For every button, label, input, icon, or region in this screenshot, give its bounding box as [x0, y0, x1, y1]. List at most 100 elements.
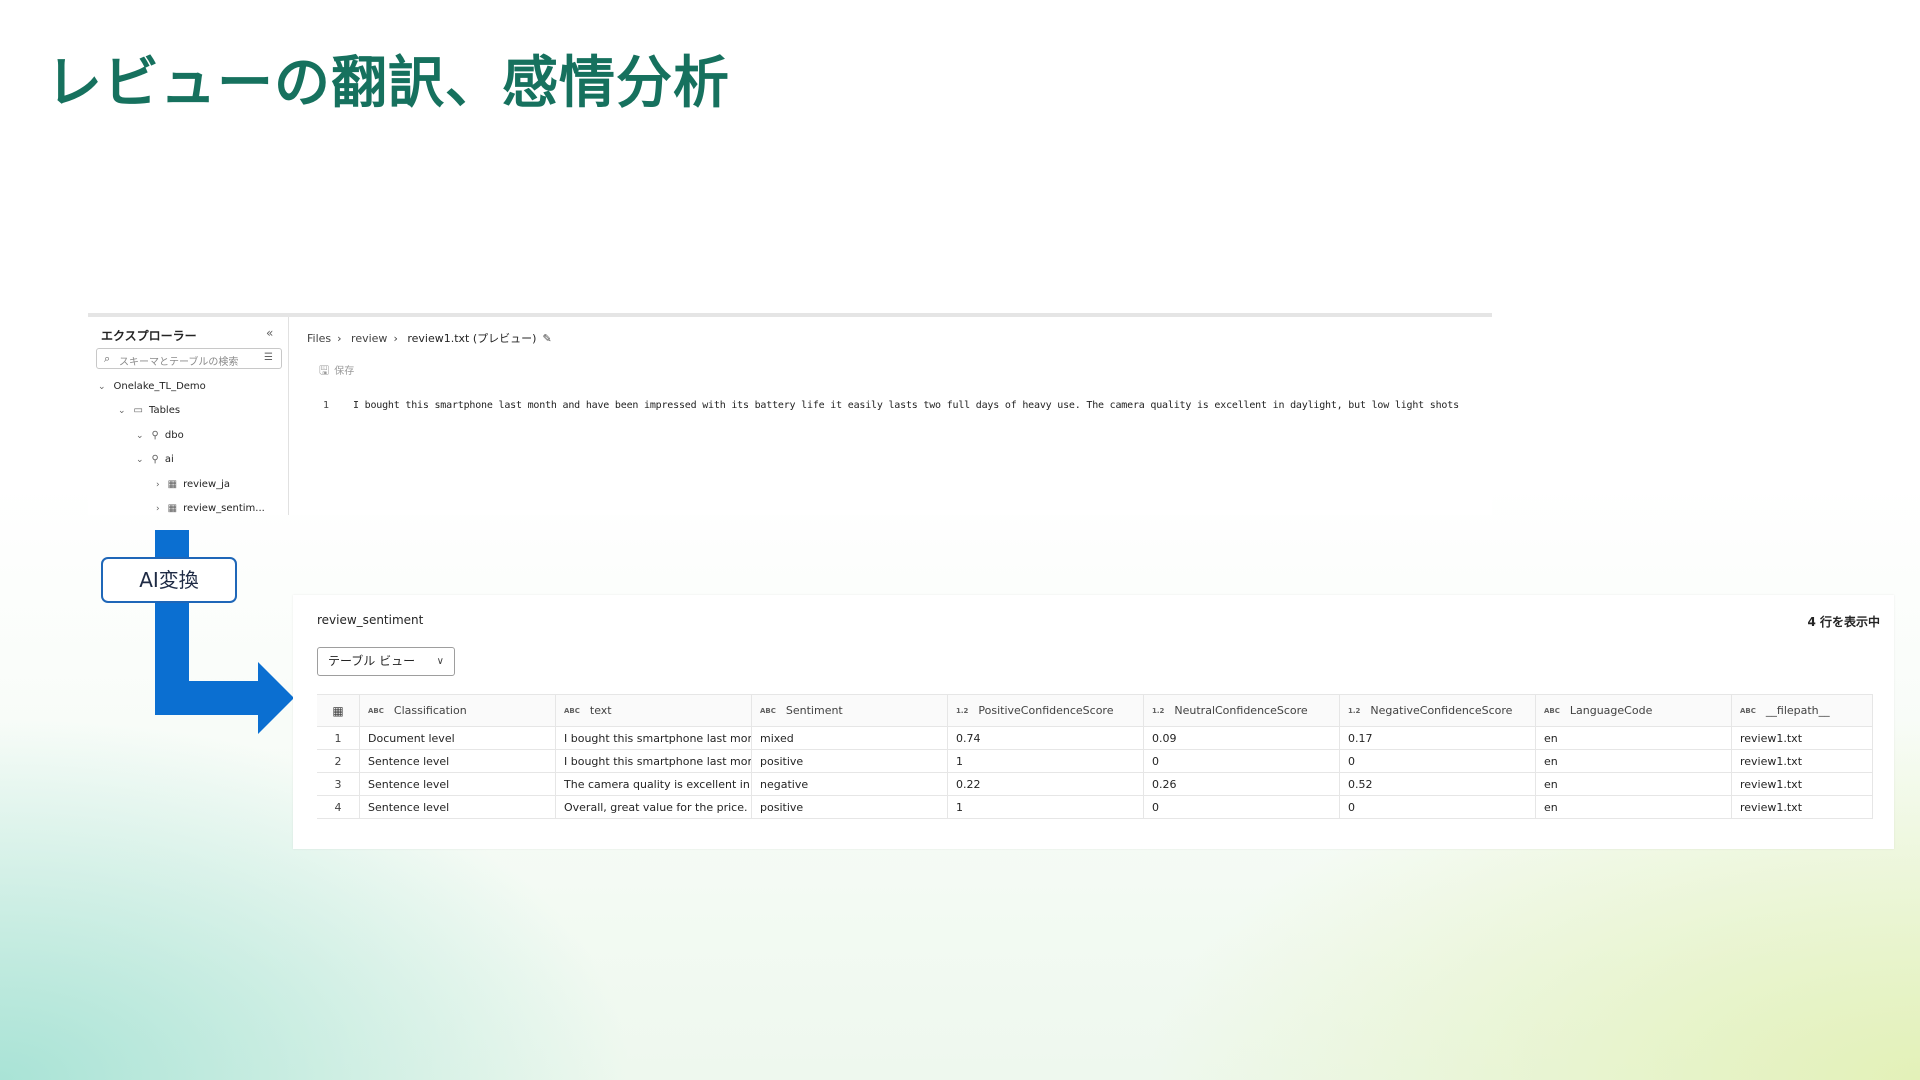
explorer-panel: エクスプローラー « ⌕ スキーマとテーブルの検索 ☰ ⌄ Onelake_TL_… — [88, 317, 289, 515]
chevron-down-icon: ⌄ — [118, 406, 126, 416]
column-header-label: NeutralConfidenceScore — [1174, 704, 1308, 717]
table-cell[interactable]: The camera quality is excellent in d... — [556, 773, 752, 795]
chevron-right-icon: › — [156, 504, 160, 514]
table-cell[interactable]: 1 — [948, 796, 1144, 818]
table-cell[interactable]: mixed — [752, 727, 948, 749]
table-cell[interactable]: I bought this smartphone last mon... — [556, 727, 752, 749]
view-select-value: テーブル ビュー — [328, 654, 416, 668]
explorer-title: エクスプローラー — [101, 329, 197, 343]
search-input[interactable]: ⌕ スキーマとテーブルの検索 ☰ — [96, 348, 282, 369]
file-preview-screenshot: エクスプローラー « ⌕ スキーマとテーブルの検索 ☰ ⌄ Onelake_TL_… — [88, 313, 1492, 515]
table-cell[interactable]: en — [1536, 727, 1732, 749]
breadcrumb-item[interactable]: review — [351, 332, 387, 345]
tree-item-dbo[interactable]: ⌄ ⚲ dbo — [136, 430, 184, 441]
table-cell[interactable]: 0.52 — [1340, 773, 1536, 795]
table-cell[interactable]: Sentence level — [360, 773, 556, 795]
table-cell[interactable]: 0.09 — [1144, 727, 1340, 749]
tree-item-review-sentiment[interactable]: › ▦ review_sentim... — [156, 503, 265, 514]
column-header-label: text — [589, 704, 612, 717]
save-label: 保存 — [334, 366, 355, 377]
tree-item-label: review_sentim... — [183, 503, 265, 514]
table-cell[interactable]: 0 — [1340, 796, 1536, 818]
type-tag: ABC — [760, 706, 776, 715]
view-select[interactable]: テーブル ビュー ∨ — [317, 647, 455, 676]
search-placeholder: スキーマとテーブルの検索 — [119, 357, 239, 368]
row-index: 4 — [317, 796, 360, 818]
tree-item-label: review_ja — [183, 479, 231, 490]
table-cell[interactable]: 0 — [1144, 796, 1340, 818]
table-cell[interactable]: Sentence level — [360, 796, 556, 818]
table-cell[interactable]: Document level — [360, 727, 556, 749]
column-header-label: __filepath__ — [1765, 704, 1830, 717]
save-button[interactable]: 🖫 保存 — [319, 361, 354, 382]
table-cell[interactable]: positive — [752, 750, 948, 772]
tree-item-label: ai — [164, 454, 174, 465]
search-icon: ⌕ — [104, 352, 111, 365]
chevron-down-icon: ∨ — [436, 656, 444, 667]
column-header[interactable]: 1.2 PositiveConfidenceScore — [948, 695, 1144, 726]
column-header[interactable]: ABC text — [556, 695, 752, 726]
table-cell[interactable]: Sentence level — [360, 750, 556, 772]
column-header-label: PositiveConfidenceScore — [978, 704, 1114, 717]
type-tag: 1.2 — [1152, 706, 1165, 715]
table-row[interactable]: 1 Document level I bought this smartphon… — [317, 727, 1873, 750]
table-cell[interactable]: en — [1536, 773, 1732, 795]
save-icon: 🖫 — [319, 363, 330, 377]
table-cell[interactable]: 0.22 — [948, 773, 1144, 795]
table-cell[interactable]: 0.26 — [1144, 773, 1340, 795]
chevron-right-icon: › — [337, 332, 342, 345]
table-cell[interactable]: review1.txt — [1732, 796, 1873, 818]
table-cell[interactable]: I bought this smartphone last mon... — [556, 750, 752, 772]
breadcrumb-current: review1.txt (プレビュー) — [407, 332, 537, 345]
table-row[interactable]: 3 Sentence level The camera quality is e… — [317, 773, 1873, 796]
column-header-label: LanguageCode — [1569, 704, 1653, 717]
table-cell[interactable]: 0 — [1340, 750, 1536, 772]
breadcrumb-item[interactable]: Files — [307, 332, 331, 345]
table-cell[interactable]: negative — [752, 773, 948, 795]
result-table: ▦ ABC Classification ABC text ABC Sentiment… — [317, 694, 1873, 819]
table-cell[interactable]: review1.txt — [1732, 773, 1873, 795]
tree-item-label: Tables — [149, 405, 181, 416]
line-text: I bought this smartphone last month and … — [353, 400, 1459, 411]
table-icon: ▦ — [167, 503, 178, 514]
table-cell[interactable]: 0.74 — [948, 727, 1144, 749]
table-row[interactable]: 2 Sentence level I bought this smartphon… — [317, 750, 1873, 773]
column-header[interactable]: ABC LanguageCode — [1536, 695, 1732, 726]
table-cell[interactable]: en — [1536, 796, 1732, 818]
chevron-down-icon: ⌄ — [98, 382, 106, 392]
tree-item-review-ja[interactable]: › ▦ review_ja — [156, 479, 230, 490]
column-header[interactable]: ABC Classification — [360, 695, 556, 726]
table-cell[interactable]: 0 — [1144, 750, 1340, 772]
table-row[interactable]: 4 Sentence level Overall, great value fo… — [317, 796, 1873, 819]
file-content-line[interactable]: 1 I bought this smartphone last month and… — [323, 400, 1459, 411]
table-cell[interactable]: review1.txt — [1732, 727, 1873, 749]
tree-item-workspace[interactable]: ⌄ Onelake_TL_Demo — [98, 381, 206, 392]
type-tag: ABC — [1544, 706, 1560, 715]
table-cell[interactable]: 0.17 — [1340, 727, 1536, 749]
table-name: review_sentiment — [317, 613, 424, 627]
column-header[interactable]: 1.2 NeutralConfidenceScore — [1144, 695, 1340, 726]
edit-icon[interactable]: ✎ — [542, 332, 551, 345]
tree-item-label: dbo — [164, 430, 184, 441]
collapse-icon[interactable]: « — [266, 326, 273, 340]
line-number: 1 — [323, 400, 330, 411]
type-tag: 1.2 — [956, 706, 969, 715]
table-cell[interactable]: positive — [752, 796, 948, 818]
tree-item-label: Onelake_TL_Demo — [113, 381, 206, 392]
breadcrumb: Files › review › review1.txt (プレビュー) ✎ — [307, 330, 558, 346]
tree-item-ai[interactable]: ⌄ ⚲ ai — [136, 454, 174, 465]
column-header[interactable]: 1.2 NegativeConfidenceScore — [1340, 695, 1536, 726]
column-header[interactable]: ABC Sentiment — [752, 695, 948, 726]
type-tag: ABC — [564, 706, 580, 715]
table-cell[interactable]: en — [1536, 750, 1732, 772]
row-index: 2 — [317, 750, 360, 772]
table-cell[interactable]: Overall, great value for the price. — [556, 796, 752, 818]
table-cell[interactable]: review1.txt — [1732, 750, 1873, 772]
chevron-down-icon: ⌄ — [136, 455, 144, 465]
column-header-label: Classification — [393, 704, 467, 717]
filter-icon[interactable]: ☰ — [264, 352, 273, 363]
table-grid-icon[interactable]: ▦ — [317, 695, 360, 726]
column-header[interactable]: ABC __filepath__ — [1732, 695, 1873, 726]
tree-item-tables[interactable]: ⌄ ▭ Tables — [118, 405, 180, 416]
table-cell[interactable]: 1 — [948, 750, 1144, 772]
